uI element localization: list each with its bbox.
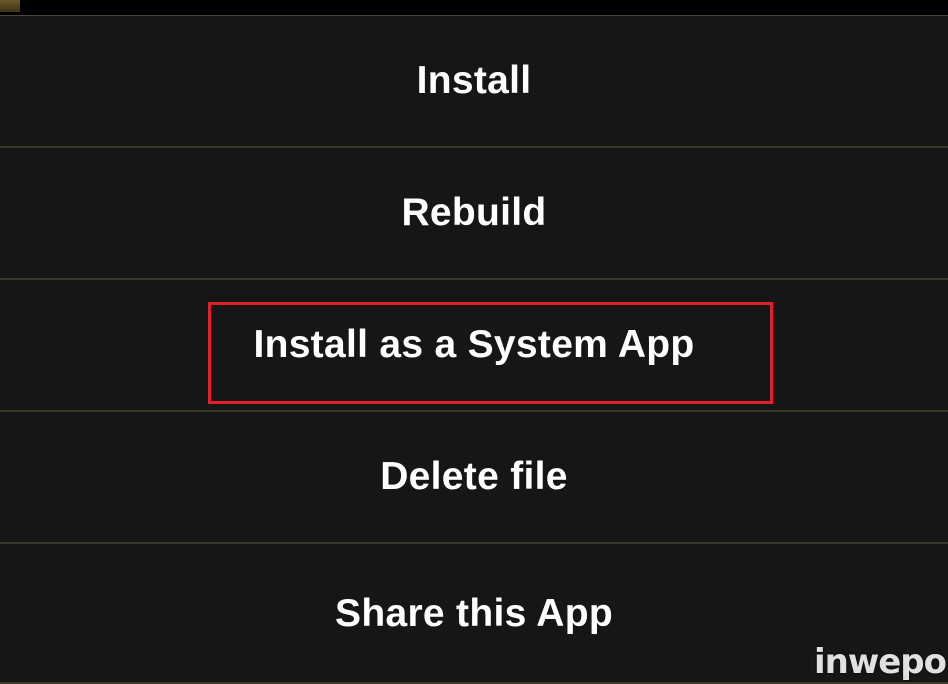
menu-item-install[interactable]: Install [0,16,948,148]
watermark-logo: inwepo [813,642,947,682]
menu-item-label: Install [416,59,532,102]
top-status-strip [0,0,948,16]
menu-item-label: Delete file [380,455,568,498]
menu-item-label: Share this App [335,592,613,635]
menu-item-share-this-app[interactable]: Share this App [0,544,948,684]
menu-item-label: Rebuild [401,191,547,234]
menu-item-label: Install as a System App [253,323,695,366]
menu-item-rebuild[interactable]: Rebuild [0,148,948,280]
menu-item-install-as-system-app[interactable]: Install as a System App [0,280,948,412]
corner-thumbnail [0,0,20,12]
app-action-menu: Install Rebuild Install as a System App … [0,16,948,684]
menu-item-delete-file[interactable]: Delete file [0,412,948,544]
